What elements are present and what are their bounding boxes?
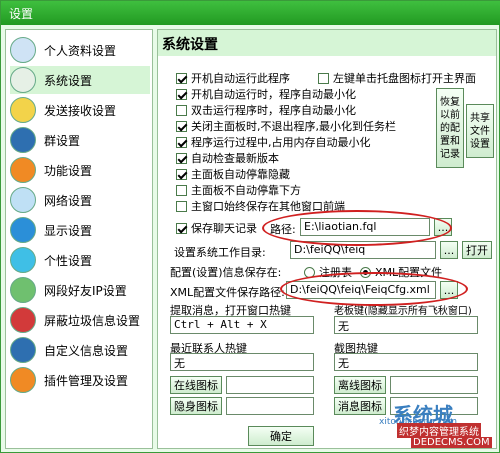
annotation-circle-2: [280, 272, 468, 306]
message-icon-button[interactable]: 消息图标: [334, 397, 386, 415]
option-no-dock-bottom[interactable]: 主面板不自动停靠下方: [176, 182, 301, 198]
option-memory-minimize[interactable]: 程序运行过程中,占用内存自动最小化: [176, 134, 371, 150]
option-autostart[interactable]: 开机自动运行此程序: [176, 70, 290, 86]
person-icon: [10, 37, 36, 63]
workdir-browse-button[interactable]: ...: [440, 241, 458, 259]
option-label: 主面板自动停靠隐藏: [191, 168, 290, 181]
option-label: 关闭主面板时,不退出程序,最小化到任务栏: [191, 120, 396, 133]
xml-path-label: XML配置文件保存路径:: [170, 286, 285, 299]
offline-icon-button[interactable]: 离线图标: [334, 376, 386, 394]
ip-icon: [10, 277, 36, 303]
option-label: 开机自动运行此程序: [191, 72, 290, 85]
checkbox[interactable]: [176, 184, 187, 196]
option-auto-update[interactable]: 自动检查最新版本: [176, 150, 279, 166]
annotation-circle-1: [262, 210, 452, 246]
sidebar-item-label: 网段好友IP设置: [44, 283, 127, 298]
group-icon: [10, 127, 36, 153]
sidebar-item-label: 群设置: [44, 133, 81, 148]
option-label: 保存聊天记录: [191, 222, 257, 235]
restore-config-button[interactable]: 恢复以前的配置和记录: [436, 88, 464, 168]
hotkey-screenshot-field[interactable]: 无: [334, 353, 478, 371]
online-icon-button[interactable]: 在线图标: [170, 376, 222, 394]
sidebar-item-label: 发送接收设置: [44, 103, 117, 118]
config-save-label: 配置(设置)信息保存在:: [170, 266, 282, 279]
function-icon: [10, 157, 36, 183]
workdir-label: 设置系统工作目录:: [174, 246, 266, 259]
sidebar-item-label: 插件管理及设置: [44, 373, 129, 388]
sidebar-item-label: 个性设置: [44, 253, 93, 268]
checkbox[interactable]: [176, 104, 187, 116]
checkbox[interactable]: [176, 168, 187, 180]
checkbox[interactable]: [176, 88, 187, 100]
sidebar-item-label: 显示设置: [44, 223, 93, 238]
sidebar-item-label: 自定义信息设置: [44, 343, 129, 358]
watermark-cn: 织梦内容管理系统: [397, 423, 481, 438]
option-auto-dock[interactable]: 主面板自动停靠隐藏: [176, 166, 290, 182]
sidebar-item-network[interactable]: 网络设置: [10, 186, 150, 214]
option-label: 自动检查最新版本: [191, 152, 279, 165]
window-title: 设置: [1, 1, 500, 25]
hotkey-extract-field[interactable]: Ctrl + Alt + X: [170, 316, 314, 334]
network-icon: [10, 187, 36, 213]
sidebar-item-custom[interactable]: 自定义信息设置: [10, 336, 150, 364]
checkbox[interactable]: [176, 72, 187, 84]
sidebar-item-label: 屏蔽垃圾信息设置: [44, 313, 141, 328]
sidebar-item-plugin[interactable]: 插件管理及设置: [10, 366, 150, 394]
sidebar-item-block[interactable]: 屏蔽垃圾信息设置: [10, 306, 150, 334]
hotkey-boss-field[interactable]: 无: [334, 316, 478, 334]
checkbox[interactable]: [176, 152, 187, 164]
hidden-icon-button[interactable]: 隐身图标: [170, 397, 222, 415]
sidebar-item-label: 个人资料设置: [44, 43, 117, 58]
checkbox[interactable]: [176, 120, 187, 132]
star-icon: [10, 247, 36, 273]
option-save-chat[interactable]: 保存聊天记录: [176, 220, 257, 236]
sidebar: 个人资料设置 系统设置 发送接收设置 群设置 功能设置 网络设置 显示设置 个性…: [5, 29, 153, 449]
custom-icon: [10, 337, 36, 363]
option-label: 左键单击托盘图标打开主界面: [333, 72, 476, 85]
sidebar-item-personal[interactable]: 个性设置: [10, 246, 150, 274]
plugin-icon: [10, 367, 36, 393]
settings-window: 设置 个人资料设置 系统设置 发送接收设置 群设置 功能设置 网络设置 显示设置…: [0, 0, 500, 453]
sidebar-item-label: 网络设置: [44, 193, 93, 208]
hidden-icon-field[interactable]: [226, 397, 314, 415]
option-label: 双击运行程序时，程序自动最小化: [191, 104, 356, 117]
option-close-minimize[interactable]: 关闭主面板时,不退出程序,最小化到任务栏: [176, 118, 396, 134]
hotkey-recent-field[interactable]: 无: [170, 353, 314, 371]
sidebar-item-profile[interactable]: 个人资料设置: [10, 36, 150, 64]
option-autostart-minimize[interactable]: 开机自动运行时，程序自动最小化: [176, 86, 356, 102]
option-label: 开机自动运行时，程序自动最小化: [191, 88, 356, 101]
sidebar-item-send-receive[interactable]: 发送接收设置: [10, 96, 150, 124]
sidebar-item-display[interactable]: 显示设置: [10, 216, 150, 244]
sidebar-item-function[interactable]: 功能设置: [10, 156, 150, 184]
sidebar-item-label: 功能设置: [44, 163, 93, 178]
display-icon: [10, 217, 36, 243]
checkbox[interactable]: [318, 72, 329, 84]
checkbox[interactable]: [176, 200, 187, 212]
open-workdir-button[interactable]: 打开: [462, 241, 492, 259]
sidebar-item-label: 系统设置: [44, 73, 93, 88]
folder-icon: [10, 97, 36, 123]
block-icon: [10, 307, 36, 333]
share-files-button[interactable]: 共享文件设置: [466, 104, 494, 158]
sidebar-item-ip[interactable]: 网段好友IP设置: [10, 276, 150, 304]
ok-button[interactable]: 确定: [248, 426, 314, 446]
watermark-url: DEDECMS.COM: [411, 437, 492, 448]
system-settings-panel: 系统设置 开机自动运行此程序 左键单击托盘图标打开主界面 开机自动运行时，程序自…: [157, 29, 497, 449]
option-dblclick-minimize[interactable]: 双击运行程序时，程序自动最小化: [176, 102, 356, 118]
sidebar-item-system[interactable]: 系统设置: [10, 66, 150, 94]
panel-title: 系统设置: [162, 37, 218, 53]
checkbox[interactable]: [176, 136, 187, 148]
online-icon-field[interactable]: [226, 376, 314, 394]
option-label: 主面板不自动停靠下方: [191, 184, 301, 197]
checkbox[interactable]: [176, 222, 187, 234]
option-label: 程序运行过程中,占用内存自动最小化: [191, 136, 371, 149]
sidebar-item-group[interactable]: 群设置: [10, 126, 150, 154]
option-tray-click[interactable]: 左键单击托盘图标打开主界面: [318, 70, 476, 86]
wheel-icon: [10, 67, 36, 93]
offline-icon-field[interactable]: [390, 376, 478, 394]
